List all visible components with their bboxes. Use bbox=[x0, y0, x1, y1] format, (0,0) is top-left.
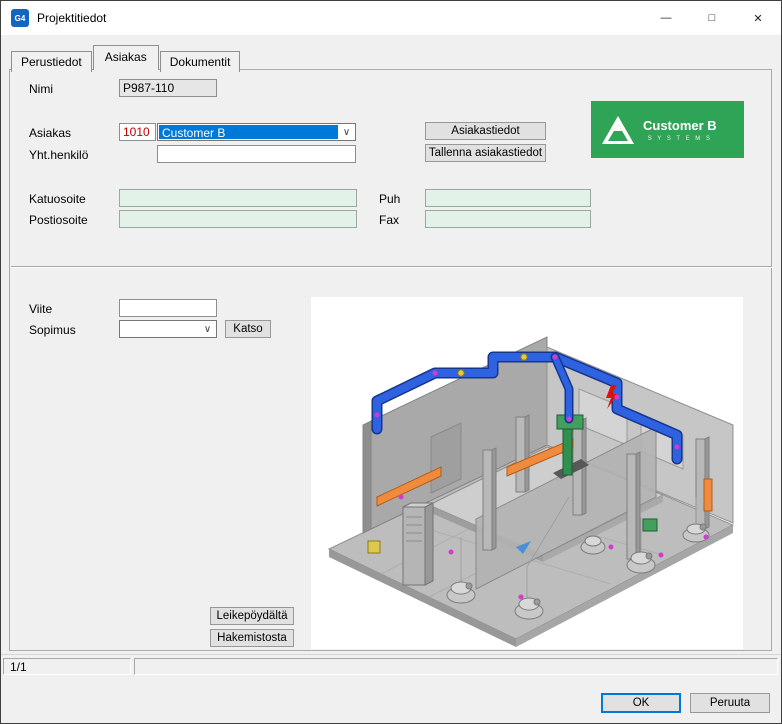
logo-name: Customer B bbox=[643, 118, 717, 133]
window-controls: — □ ✕ bbox=[643, 1, 781, 35]
customer-logo: Customer B S Y S T E M S bbox=[591, 101, 744, 158]
app-icon: G4 bbox=[11, 9, 29, 27]
ok-button[interactable]: OK bbox=[601, 693, 681, 713]
sopimus-selected-value bbox=[121, 322, 199, 336]
nimi-label: Nimi bbox=[29, 82, 53, 96]
logo-subtitle: S Y S T E M S bbox=[648, 136, 712, 142]
projektitiedot-dialog: G4 Projektitiedot — □ ✕ Perustiedot Asia… bbox=[0, 0, 782, 724]
asiakas-label: Asiakas bbox=[29, 126, 71, 140]
tab-perustiedot[interactable]: Perustiedot bbox=[11, 51, 92, 72]
minimize-icon[interactable]: — bbox=[643, 1, 689, 35]
cad-isometric-drawing bbox=[311, 297, 743, 649]
tab-strip: Perustiedot Asiakas Dokumentit bbox=[11, 45, 241, 70]
asiakastiedot-button[interactable]: Asiakastiedot bbox=[425, 122, 546, 140]
statusbar: 1/1 bbox=[1, 654, 781, 676]
peruuta-button[interactable]: Peruuta bbox=[690, 693, 770, 713]
tab-asiakas[interactable]: Asiakas bbox=[93, 45, 159, 70]
page-indicator: 1/1 bbox=[3, 658, 131, 675]
tallenna-asiakastiedot-button[interactable]: Tallenna asiakastiedot bbox=[425, 144, 546, 162]
asiakas-selected-value: Customer B bbox=[159, 125, 338, 139]
asiakas-combobox[interactable]: Customer B ∨ bbox=[157, 123, 356, 141]
katso-button[interactable]: Katso bbox=[225, 320, 271, 338]
nimi-field[interactable] bbox=[119, 79, 217, 97]
puh-label: Puh bbox=[379, 192, 400, 206]
postiosoite-label: Postiosoite bbox=[29, 213, 88, 227]
section-divider bbox=[11, 266, 772, 268]
viite-field[interactable] bbox=[119, 299, 217, 317]
katuosoite-field[interactable] bbox=[119, 189, 357, 207]
sopimus-combobox[interactable]: ∨ bbox=[119, 320, 217, 338]
yht-henkilo-label: Yht.henkilö bbox=[29, 148, 88, 162]
puh-field[interactable] bbox=[425, 189, 591, 207]
fax-label: Fax bbox=[379, 213, 399, 227]
viite-label: Viite bbox=[29, 302, 52, 316]
yht-henkilo-field[interactable] bbox=[157, 145, 356, 163]
cad-preview-image bbox=[311, 297, 743, 649]
tab-dokumentit[interactable]: Dokumentit bbox=[160, 51, 241, 72]
fax-field[interactable] bbox=[425, 210, 591, 228]
postiosoite-field[interactable] bbox=[119, 210, 357, 228]
asiakas-code-field[interactable]: 1010 bbox=[119, 123, 156, 141]
chevron-down-icon[interactable]: ∨ bbox=[199, 321, 216, 337]
katuosoite-label: Katuosoite bbox=[29, 192, 86, 206]
maximize-icon[interactable]: □ bbox=[689, 1, 735, 35]
close-icon[interactable]: ✕ bbox=[735, 1, 781, 35]
hakemistosta-button[interactable]: Hakemistosta bbox=[210, 629, 294, 647]
chevron-down-icon[interactable]: ∨ bbox=[338, 124, 355, 140]
leikepoydalta-button[interactable]: Leikepöydältä bbox=[210, 607, 294, 625]
window-title: Projektitiedot bbox=[37, 11, 106, 25]
titlebar[interactable]: G4 Projektitiedot — □ ✕ bbox=[1, 1, 781, 35]
sopimus-label: Sopimus bbox=[29, 323, 76, 337]
logo-triangle-icon bbox=[601, 115, 635, 145]
status-pane bbox=[134, 658, 778, 675]
